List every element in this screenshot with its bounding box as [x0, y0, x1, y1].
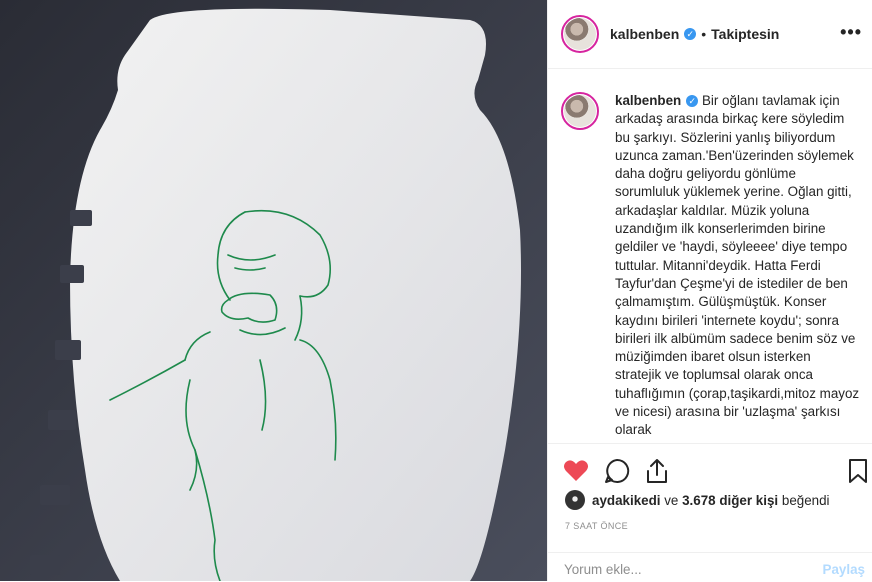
- drawing-photo: [0, 0, 547, 581]
- following-button[interactable]: Takiptesin: [711, 26, 779, 42]
- liker-avatar[interactable]: [565, 490, 585, 510]
- post-image[interactable]: [0, 0, 547, 581]
- post-comment-button[interactable]: Paylaş: [823, 562, 865, 577]
- post-side-panel: kalbenben ✓ • Takiptesin ••• kalbenben ✓ …: [547, 0, 872, 581]
- caption-username[interactable]: kalbenben: [615, 93, 681, 108]
- caption-body: Bir oğlanı tavlamak için arkadaş arasınd…: [615, 93, 860, 438]
- likes-and: ve: [664, 492, 679, 508]
- more-options-icon[interactable]: •••: [840, 22, 862, 43]
- instagram-post-modal: kalbenben ✓ • Takiptesin ••• kalbenben ✓ …: [0, 0, 872, 581]
- verified-badge-icon: ✓: [684, 28, 697, 40]
- separator-dot: •: [701, 26, 707, 42]
- likes-count[interactable]: 3.678 diğer kişi: [682, 493, 778, 508]
- comment-input[interactable]: [564, 562, 804, 577]
- liker-username[interactable]: aydakikedi: [592, 493, 660, 508]
- share-icon[interactable]: [643, 457, 671, 485]
- likes-suffix: beğendi: [781, 492, 830, 508]
- bookmark-icon[interactable]: [844, 457, 872, 485]
- avatar[interactable]: [561, 15, 599, 53]
- caption: kalbenben ✓ Bir oğlanı tavlamak için arka…: [561, 92, 861, 442]
- comment-form: Paylaş: [548, 552, 872, 582]
- avatar-image: [564, 95, 596, 127]
- comment-icon[interactable]: [603, 457, 631, 485]
- post-header: kalbenben ✓ • Takiptesin •••: [548, 0, 872, 69]
- heart-icon[interactable]: [562, 457, 590, 485]
- username-link[interactable]: kalbenben: [610, 26, 679, 42]
- caption-avatar[interactable]: [561, 92, 599, 130]
- avatar-image: [564, 18, 596, 50]
- likes-summary: aydakikedi ve 3.678 diğer kişi beğendi: [565, 490, 830, 510]
- post-timestamp[interactable]: 7 SAAT ÖNCE: [565, 521, 628, 531]
- caption-text: kalbenben ✓ Bir oğlanı tavlamak için arka…: [615, 92, 860, 440]
- verified-badge-icon: ✓: [686, 95, 699, 107]
